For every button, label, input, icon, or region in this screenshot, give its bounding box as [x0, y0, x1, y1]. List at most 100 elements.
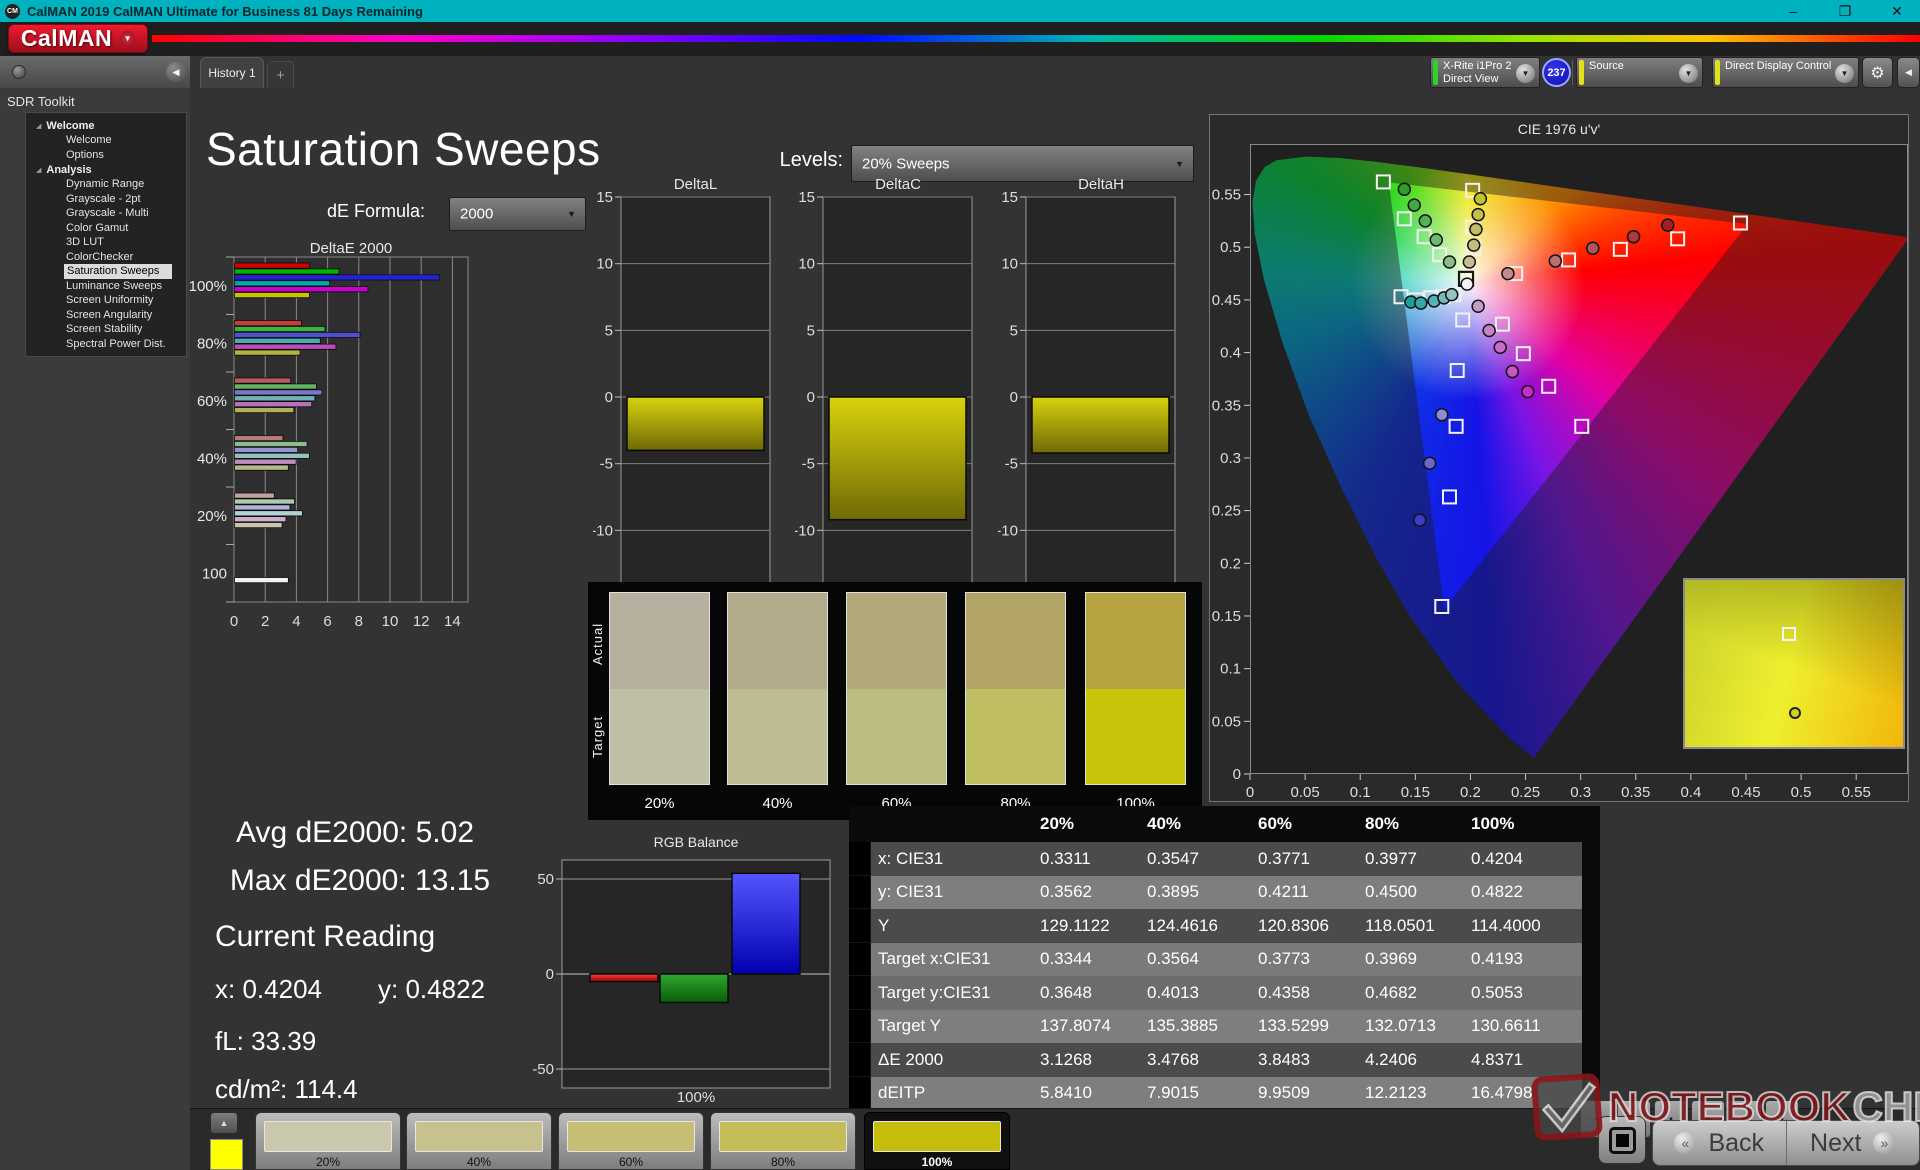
- source-dropdown[interactable]: Source ▼: [1576, 57, 1703, 88]
- chevron-up-icon: ▲: [219, 1118, 229, 1128]
- patch-button-40[interactable]: 40%: [406, 1112, 552, 1170]
- sidebar-item-options[interactable]: Options: [26, 148, 186, 163]
- workflow-nav: ◢ Welcome Welcome Options ◢ Analysis Dynamic R…: [25, 112, 187, 357]
- svg-text:0.05: 0.05: [1212, 713, 1241, 730]
- minimize-button[interactable]: –: [1784, 3, 1802, 19]
- svg-text:50: 50: [537, 871, 554, 888]
- table-cell: 0.3564: [1147, 949, 1199, 969]
- sidebar-item-screen-stability[interactable]: Screen Stability: [26, 322, 186, 337]
- source-label: Source: [1589, 60, 1624, 72]
- target-swatch: [1086, 688, 1185, 784]
- chevron-down-icon: ▼: [1835, 64, 1854, 83]
- sidebar-item-3d-lut[interactable]: 3D LUT: [26, 235, 186, 250]
- sidebar-item-color-gamut[interactable]: Color Gamut: [26, 221, 186, 236]
- sidebar-item-dynamic-range[interactable]: Dynamic Range: [26, 177, 186, 192]
- meter-status-stripe: [1433, 60, 1438, 85]
- svg-text:0.25: 0.25: [1212, 503, 1241, 520]
- table-cell: 118.0501: [1365, 915, 1435, 935]
- sidebar-item-grayscale-multi[interactable]: Grayscale - Multi: [26, 206, 186, 221]
- sidebar-collapse-button[interactable]: ◀: [166, 62, 186, 82]
- actual-swatch: [847, 593, 946, 689]
- table-header-cell: 80%: [1365, 814, 1400, 833]
- display-control-dropdown[interactable]: Direct Display Control ▼: [1712, 57, 1859, 88]
- patch-button-80[interactable]: 80%: [710, 1112, 856, 1170]
- calman-menu-button[interactable]: CalMAN ▼: [8, 24, 148, 53]
- table-row-y: Y 129.1122 124.4616 120.8306 118.0501 114.400…: [871, 909, 1582, 943]
- settings-button[interactable]: ⚙: [1862, 57, 1893, 88]
- chevron-down-icon: ▼: [120, 31, 136, 46]
- table-cell: 5.8410: [1040, 1083, 1092, 1103]
- target-swatch: [610, 688, 709, 784]
- table-cell: 0.4682: [1365, 982, 1417, 1002]
- table-row-e-2000: ΔE 2000 3.1268 3.4768 3.8483 4.2406 4.8371: [871, 1043, 1582, 1077]
- patch-button-20[interactable]: 20%: [255, 1112, 401, 1170]
- table-cell: 3.4768: [1147, 1049, 1199, 1069]
- patch-color: [264, 1121, 392, 1152]
- reading-cdm2: cd/m²: 114.4: [215, 1074, 358, 1104]
- sidebar-item-welcome[interactable]: Welcome: [26, 133, 186, 148]
- next-button[interactable]: Next »: [1785, 1121, 1920, 1165]
- add-tab-button[interactable]: +: [267, 61, 294, 88]
- sidebar-item-screen-uniformity[interactable]: Screen Uniformity: [26, 293, 186, 308]
- next-icon: »: [1873, 1132, 1896, 1154]
- stop-button[interactable]: [1598, 1116, 1646, 1164]
- svg-text:0.2: 0.2: [1220, 555, 1241, 572]
- table-cell: 4.2406: [1365, 1049, 1417, 1069]
- patch-bar-expand-button[interactable]: ▲: [210, 1112, 238, 1134]
- svg-text:0.5: 0.5: [1791, 784, 1812, 801]
- deltac-chart: 151050-5-10-15100%: [795, 189, 973, 627]
- patch-button-100[interactable]: 100%: [864, 1112, 1010, 1170]
- svg-text:0.4: 0.4: [1220, 345, 1241, 362]
- sidebar-item-spectral-power-dist[interactable]: Spectral Power Dist.: [26, 337, 186, 352]
- tab-history-1[interactable]: History 1: [200, 57, 264, 88]
- sidebar-item-screen-angularity[interactable]: Screen Angularity: [26, 308, 186, 323]
- sidebar-group-analysis[interactable]: ◢ Analysis: [26, 162, 186, 177]
- stop-icon: [1608, 1126, 1636, 1154]
- current-reading-heading: Current Reading: [215, 920, 436, 953]
- back-icon: «: [1674, 1132, 1697, 1154]
- sidebar: ◀ SDR Toolkit ◢ Welcome Welcome Options ◢ Ana…: [0, 56, 190, 1170]
- de-formula-dropdown[interactable]: 2000 ▼: [449, 197, 586, 231]
- svg-text:5: 5: [1010, 322, 1018, 339]
- row-label: Target y:CIE31: [878, 982, 991, 1002]
- patch-label: 60%: [618, 1155, 644, 1169]
- actual-swatch: [728, 593, 827, 689]
- reading-fl: fL: 33.39: [215, 1026, 317, 1056]
- back-button[interactable]: « Back: [1653, 1121, 1786, 1165]
- swatch-100: [1085, 592, 1186, 785]
- swatch-60: [846, 592, 947, 785]
- current-patch-swatch: [210, 1139, 243, 1170]
- swatch-label: 40%: [762, 795, 793, 812]
- row-label: y: CIE31: [878, 882, 944, 902]
- sidebar-item-saturation-sweeps[interactable]: Saturation Sweeps: [64, 264, 172, 279]
- row-label: Target Y: [878, 1016, 942, 1036]
- sidebar-item-colorchecker[interactable]: ColorChecker: [26, 250, 186, 265]
- table-cell: 7.9015: [1147, 1083, 1199, 1103]
- svg-text:8: 8: [355, 613, 363, 630]
- table-header-cell: [871, 806, 1033, 842]
- table-cell: 124.4616: [1147, 915, 1218, 935]
- next-label: Next: [1810, 1128, 1862, 1157]
- rainbow-strip: [152, 35, 1920, 42]
- table-header-cell: 60%: [1258, 814, 1293, 833]
- table-cell: 9.9509: [1258, 1083, 1310, 1103]
- maximize-button[interactable]: ❐: [1836, 3, 1854, 20]
- avg-de2000: Avg dE2000: 5.02: [236, 816, 474, 849]
- table-header-cell: 40%: [1147, 814, 1182, 833]
- results-table: 20% 40% 60% 80% 100% x: CIE31 0.3311 0.3547 0.37…: [871, 806, 1582, 1110]
- row-label: Y: [878, 915, 890, 935]
- table-header-cell: 100%: [1471, 814, 1515, 833]
- table-cell: 133.5299: [1258, 1016, 1329, 1036]
- meter-dropdown[interactable]: X-Rite i1Pro 2 Direct View ▼: [1430, 57, 1540, 88]
- patch-button-60[interactable]: 60%: [558, 1112, 704, 1170]
- svg-text:0.4: 0.4: [1680, 784, 1701, 801]
- sidebar-item-luminance-sweeps[interactable]: Luminance Sweeps: [26, 279, 186, 294]
- deltae-2000-chart: 0 2 4 6 8 10 12 14 100% 80% 60% 40% 20% 100: [190, 256, 469, 630]
- panel-collapse-button[interactable]: ◀: [1897, 57, 1920, 88]
- svg-text:0: 0: [807, 389, 815, 406]
- levels-label: Levels:: [779, 149, 843, 171]
- sidebar-group-welcome[interactable]: ◢ Welcome: [26, 118, 186, 133]
- close-button[interactable]: ✕: [1888, 3, 1906, 20]
- expander-icon: ◢: [36, 122, 42, 130]
- sidebar-item-grayscale-2pt[interactable]: Grayscale - 2pt: [26, 192, 186, 207]
